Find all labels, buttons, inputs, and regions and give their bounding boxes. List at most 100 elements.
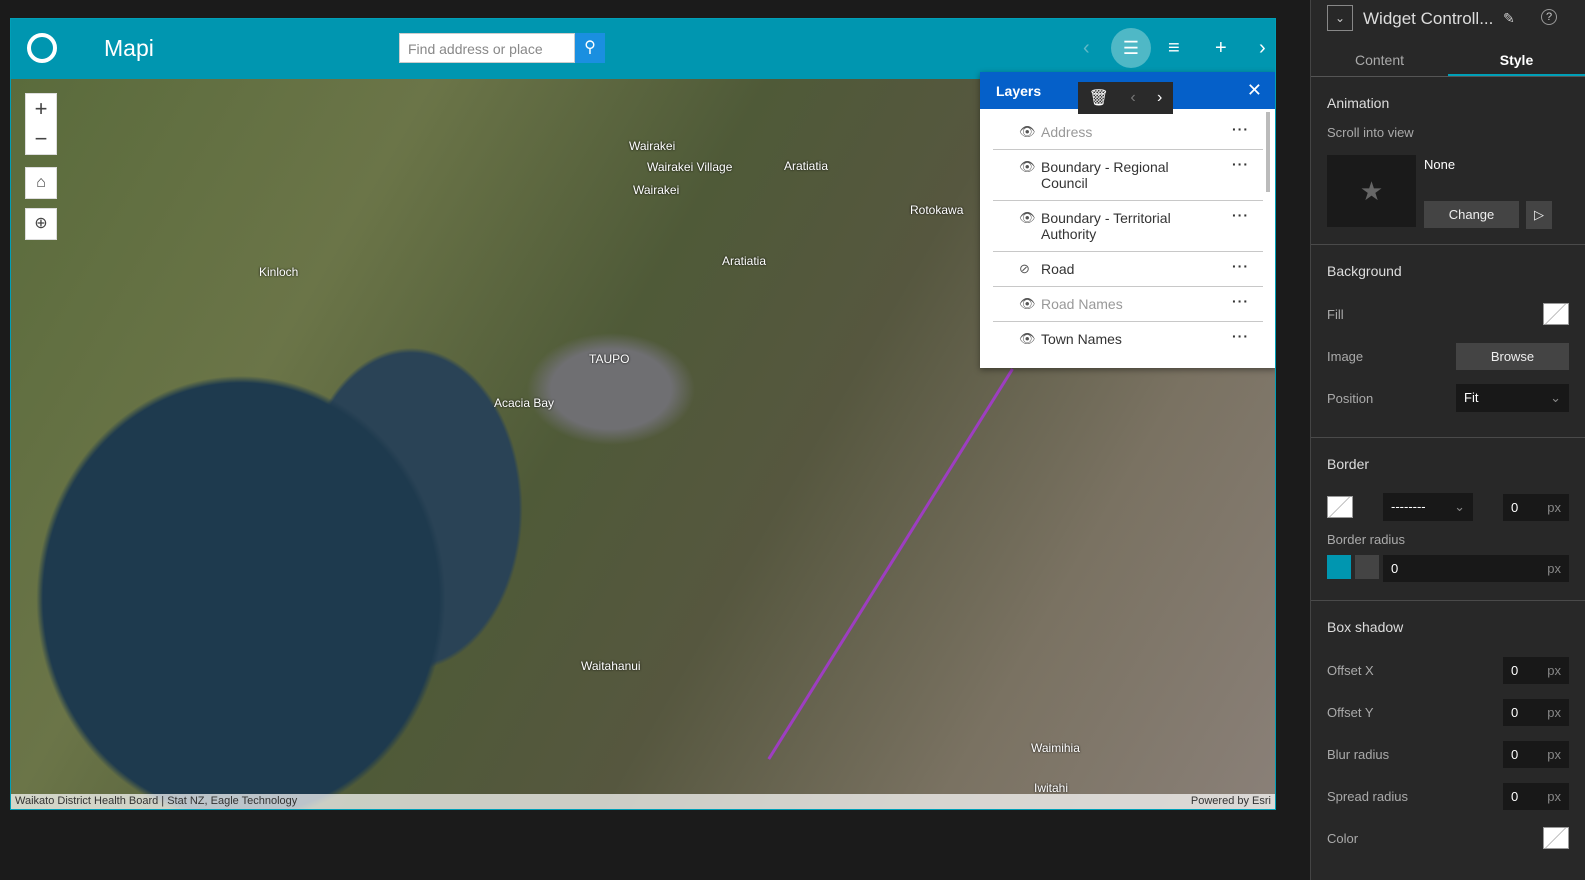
boundary-line [767,368,1014,760]
layer-item[interactable]: 👁 Boundary - Regional Council ··· [993,150,1263,201]
map-label: Rotokawa [910,203,964,217]
animation-effect: None [1424,157,1456,172]
scrollbar[interactable] [1266,112,1270,192]
border-style-select[interactable]: -------- ⌄ [1383,493,1473,521]
attribution-bar: Waikato District Health Board | Stat NZ,… [11,794,1275,809]
shadow-color-label: Color [1327,830,1359,846]
search-button[interactable]: ⚲ [575,33,605,63]
app-header: Mapi Find address or place ⚲ ‹ ☰ ≡ + › [11,19,1275,79]
map-label: Wairakei Village [647,160,733,174]
chevron-left-icon[interactable]: ‹ [1083,37,1090,60]
blur-radius-input[interactable]: 0 px [1503,740,1569,768]
map-label: TAUPO [589,352,630,366]
layer-item[interactable]: ⊘ Road ··· [993,252,1263,287]
layers-button[interactable]: ☰ [1111,28,1151,68]
eye-icon[interactable]: 👁 [1019,159,1041,191]
layer-name: Boundary - Regional Council [1041,159,1169,191]
border-width-input[interactable]: 0 px [1503,493,1569,521]
more-icon[interactable]: ··· [1232,293,1249,309]
layer-name: Town Names [1041,331,1122,347]
eye-icon[interactable]: 👁 [1019,296,1041,312]
zoom-out-button[interactable]: − [26,124,56,154]
layer-item[interactable]: 👁 Road Names ··· [993,287,1263,322]
add-icon[interactable]: + [1215,37,1227,60]
more-icon[interactable]: ··· [1232,207,1249,223]
change-button[interactable]: Change [1424,201,1519,228]
trash-icon[interactable]: 🗑 [1089,88,1109,108]
border-radius-input[interactable]: 0 px [1383,555,1569,582]
offset-y-input[interactable]: 0 px [1503,698,1569,726]
background-heading: Background [1327,263,1402,279]
map-label: Wairakei [629,139,676,153]
app-title: Mapi [104,35,154,61]
home-button[interactable]: ⌂ [25,167,57,199]
more-icon[interactable]: ··· [1232,258,1249,274]
play-button[interactable]: ▷ [1526,201,1552,229]
radius-individual-button[interactable] [1355,555,1379,579]
scroll-label: Scroll into view [1327,125,1414,140]
offset-y-label: Offset Y [1327,704,1374,720]
layer-name: Address [1041,124,1093,140]
app-logo [27,33,57,63]
chevron-right-icon[interactable]: › [1259,37,1266,60]
more-icon[interactable]: ··· [1232,121,1249,137]
radius-uniform-button[interactable] [1327,555,1351,579]
image-label: Image [1327,348,1364,364]
locate-button[interactable]: ⊕ [25,208,57,240]
eye-icon[interactable]: 👁 [1019,210,1041,242]
border-heading: Border [1327,456,1370,472]
layers-panel: Layers 🗑 ‹ › ✕ 👁 Address ··· 👁 Boundary - Reg… [980,72,1275,368]
map-label: Wairakei [633,183,680,197]
map-label: Iwitahi [1034,781,1069,795]
close-icon[interactable]: ✕ [1247,80,1262,101]
collapse-button[interactable]: ⌄ [1327,5,1353,31]
layer-name: Road Names [1041,296,1123,312]
fill-label: Fill [1327,306,1344,322]
position-select[interactable]: Fit ⌄ [1456,384,1569,412]
layer-item[interactable]: 👁 Town Names ··· [993,322,1263,356]
fill-color-swatch[interactable] [1543,303,1569,325]
chevron-right-icon[interactable]: › [1157,89,1162,107]
box-shadow-heading: Box shadow [1327,619,1404,635]
blur-radius-label: Blur radius [1327,746,1390,762]
layer-item[interactable]: 👁 Address ··· [993,115,1263,150]
eye-off-icon[interactable]: ⊘ [1019,261,1041,277]
position-label: Position [1327,390,1374,406]
powered-by[interactable]: Powered by Esri [1191,795,1271,807]
zoom-control: + − [25,93,57,155]
settings-panel: ⌄ Widget Controll... ✎? Content Style Anima… [1310,0,1585,880]
map-label: Waimihia [1031,741,1080,755]
offset-x-input[interactable]: 0 px [1503,656,1569,684]
legend-list-icon[interactable]: ≡ [1168,37,1180,60]
attribution-text: Waikato District Health Board | Stat NZ,… [15,795,298,807]
animation-heading: Animation [1327,95,1390,111]
layer-name: Boundary - Territorial Authority [1041,210,1171,242]
edit-icon[interactable]: ✎ [1503,10,1515,27]
browse-button[interactable]: Browse [1456,342,1569,370]
map-label: Waitahanui [581,659,641,673]
eye-icon[interactable]: 👁 [1019,124,1041,140]
zoom-in-button[interactable]: + [26,94,56,124]
border-radius-label: Border radius [1327,532,1406,547]
layer-item[interactable]: 👁 Boundary - Territorial Authority ··· [993,201,1263,252]
spread-radius-input[interactable]: 0 px [1503,782,1569,810]
search-input[interactable]: Find address or place [399,33,575,63]
more-icon[interactable]: ··· [1232,156,1249,172]
more-icon[interactable]: ··· [1232,328,1249,344]
layer-name: Road [1041,261,1075,277]
spread-radius-label: Spread radius [1327,788,1408,804]
shadow-color-swatch[interactable] [1543,827,1569,849]
tab-content[interactable]: Content [1311,36,1448,76]
floating-toolbar: 🗑 ‹ › [1078,82,1173,114]
map-app: Mapi Find address or place ⚲ ‹ ☰ ≡ + › W… [10,18,1276,810]
border-color-swatch[interactable] [1327,496,1353,518]
help-icon[interactable]: ? [1541,9,1557,25]
eye-icon[interactable]: 👁 [1019,331,1041,347]
tab-style[interactable]: Style [1448,36,1585,76]
star-icon: ★ [1327,155,1416,227]
map-label: Acacia Bay [494,396,555,410]
chevron-left-icon[interactable]: ‹ [1130,89,1135,107]
map-label: Aratiatia [784,159,829,173]
widget-title: Widget Controll... [1363,9,1494,28]
offset-x-label: Offset X [1327,662,1374,678]
